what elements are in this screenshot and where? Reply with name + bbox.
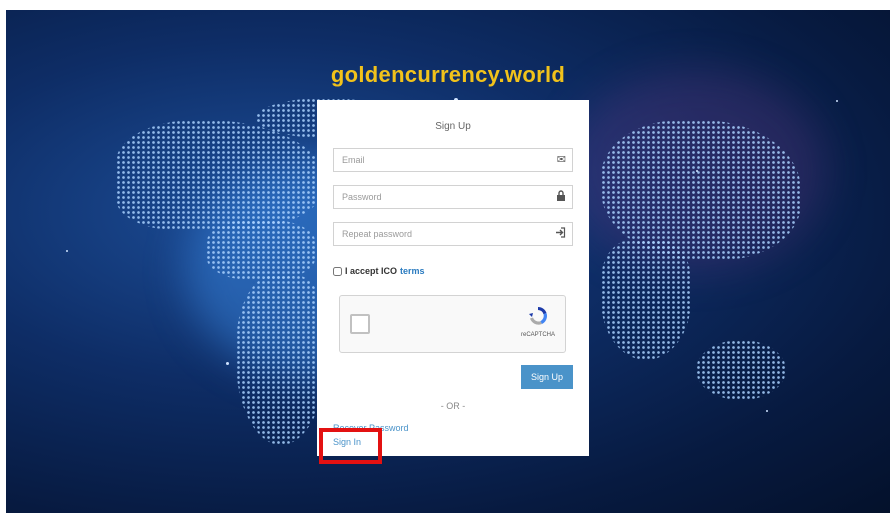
lock-icon [556,190,566,204]
terms-link[interactable]: terms [400,266,425,276]
email-field[interactable]: ✉ [333,148,573,172]
map-continent-north-america [116,120,326,230]
accept-terms-label: I accept ICO [345,266,398,276]
map-continent-australia [696,340,786,400]
star [836,100,838,102]
star [696,170,698,172]
recaptcha-logo-icon [529,307,547,325]
star [66,250,68,252]
star [766,410,768,412]
map-continent-europe-asia [601,120,801,260]
sign-in-highlight-box [319,428,382,464]
map-continent-south-america [236,275,326,445]
password-input[interactable] [334,186,542,208]
map-continent-central-america [206,220,316,280]
recaptcha-widget: reCAPTCHA [339,295,566,353]
or-separator: - OR - [440,401,466,411]
map-continent-africa [601,240,691,360]
envelope-icon: ✉ [556,154,566,166]
repeat-password-field[interactable] [333,222,573,246]
accept-terms-checkbox[interactable] [333,266,342,276]
accept-terms-row[interactable]: I accept ICO terms [333,266,425,276]
recaptcha-label: reCAPTCHA [520,332,555,338]
form-title: Sign Up [435,121,471,132]
signup-form-card: Sign Up ✉ I accept ICO terms reCAPTCHA S… [317,100,589,456]
sign-in-arrow-icon [555,227,566,241]
site-title: goldencurrency.world [330,62,566,87]
signup-button[interactable]: Sign Up [521,365,573,389]
recaptcha-checkbox[interactable] [350,314,370,334]
password-field[interactable] [333,185,573,209]
email-input[interactable] [334,149,542,171]
star [226,362,229,365]
repeat-password-input[interactable] [334,223,542,245]
